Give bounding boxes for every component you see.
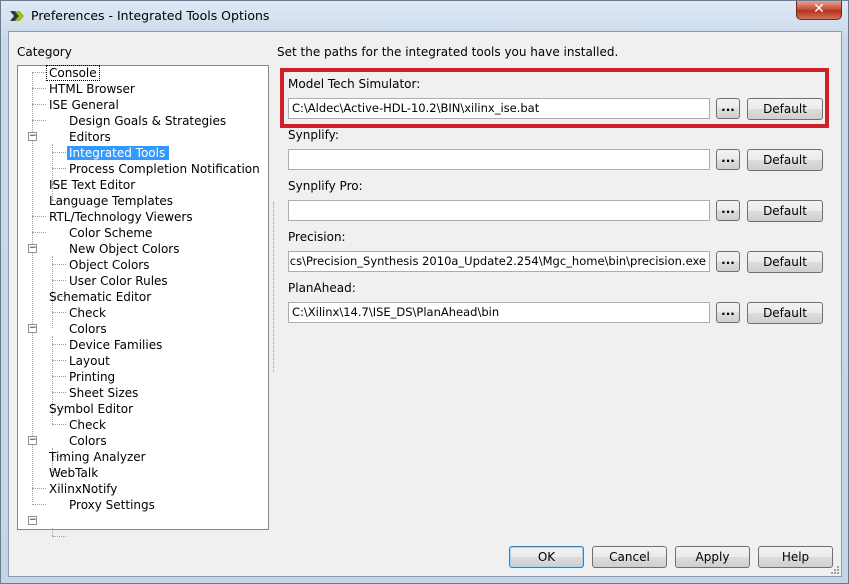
dialog-body: Category − − − − − Console HTML Browser … — [8, 31, 842, 577]
synplify-default-button[interactable]: Default — [747, 149, 823, 171]
planahead-browse-button[interactable]: ... — [716, 302, 740, 323]
tree-item-layout[interactable]: Layout — [67, 353, 112, 369]
tree-item-process-completion[interactable]: Process Completion Notification — [67, 161, 262, 177]
tree-item-new-object-colors[interactable]: New Object Colors — [67, 241, 181, 257]
tree-item-timing-analyzer[interactable]: Timing Analyzer — [47, 449, 148, 465]
tree-item-printing[interactable]: Printing — [67, 369, 117, 385]
close-button[interactable]: ✕ — [796, 1, 842, 20]
highlight-annotation — [280, 68, 829, 128]
pane-splitter[interactable] — [273, 202, 274, 372]
synplify-label: Synplify: — [288, 128, 339, 142]
synplify-pro-label: Synplify Pro: — [288, 179, 363, 193]
instructions-text: Set the paths for the integrated tools y… — [277, 45, 619, 59]
tree-item-editors[interactable]: Editors — [67, 129, 113, 145]
synplify-pro-path-input[interactable] — [288, 200, 710, 221]
category-label: Category — [17, 45, 72, 59]
precision-default-button[interactable]: Default — [747, 251, 823, 273]
ok-button[interactable]: OK — [509, 546, 584, 568]
tree-item-symbol-colors[interactable]: Colors — [67, 433, 109, 449]
tree-item-sheet-sizes[interactable]: Sheet Sizes — [67, 385, 140, 401]
tree-item-ise-general[interactable]: ISE General — [47, 97, 121, 113]
tree-item-html-browser[interactable]: HTML Browser — [47, 81, 137, 97]
collapse-icon[interactable]: − — [28, 244, 37, 253]
planahead-default-button[interactable]: Default — [747, 302, 823, 324]
synplify-browse-button[interactable]: ... — [716, 149, 740, 170]
preferences-window: Preferences - Integrated Tools Options ✕… — [0, 0, 849, 584]
precision-path-input[interactable]: Mentor Graphics\Precision_Synthesis 2010… — [288, 251, 710, 272]
tree-item-device-families[interactable]: Device Families — [67, 337, 164, 353]
close-icon: ✕ — [813, 1, 825, 17]
tree-item-schematic-check[interactable]: Check — [67, 305, 108, 321]
tree-item-symbol-check[interactable]: Check — [67, 417, 108, 433]
tree-item-console[interactable]: Console — [46, 65, 100, 81]
planahead-path-input[interactable]: C:\Xilinx\14.7\ISE_DS\PlanAhead\bin — [288, 302, 710, 323]
help-button[interactable]: Help — [758, 546, 833, 568]
tree-line — [52, 528, 53, 536]
collapse-icon[interactable]: − — [28, 436, 37, 445]
collapse-icon[interactable]: − — [28, 324, 37, 333]
tree-item-user-color-rules[interactable]: User Color Rules — [67, 273, 170, 289]
precision-label: Precision: — [288, 230, 346, 244]
tree-item-color-scheme[interactable]: Color Scheme — [67, 225, 154, 241]
apply-button[interactable]: Apply — [675, 546, 750, 568]
cancel-button[interactable]: Cancel — [592, 546, 667, 568]
tree-item-language-templates[interactable]: Language Templates — [47, 193, 175, 209]
collapse-icon[interactable]: − — [28, 132, 37, 141]
resize-grip-icon[interactable] — [829, 564, 839, 574]
tree-item-xilinxnotify[interactable]: XilinxNotify — [47, 481, 119, 497]
tree-item-object-colors[interactable]: Object Colors — [67, 257, 151, 273]
synplify-path-input[interactable] — [288, 149, 710, 170]
tree-item-proxy-settings[interactable]: Proxy Settings — [67, 497, 157, 513]
synplify-pro-browse-button[interactable]: ... — [716, 200, 740, 221]
planahead-label: PlanAhead: — [288, 281, 356, 295]
tree-item-webtalk[interactable]: WebTalk — [47, 465, 100, 481]
category-tree[interactable]: − − − − − Console HTML Browser ISE Gener… — [17, 65, 269, 537]
xilinx-app-icon — [10, 11, 24, 21]
tree-item-integrated-tools[interactable]: Integrated Tools — [67, 145, 170, 161]
tree-item-ise-text-editor[interactable]: ISE Text Editor — [47, 177, 137, 193]
tree-item-design-goals[interactable]: Design Goals & Strategies — [67, 113, 228, 129]
tree-item-symbol-editor[interactable]: Symbol Editor — [47, 401, 135, 417]
precision-browse-button[interactable]: ... — [716, 251, 740, 272]
collapse-icon[interactable]: − — [28, 516, 37, 525]
tree-item-schematic-colors[interactable]: Colors — [67, 321, 109, 337]
title-bar[interactable]: Preferences - Integrated Tools Options ✕ — [1, 1, 848, 31]
synplify-pro-default-button[interactable]: Default — [747, 200, 823, 222]
window-title: Preferences - Integrated Tools Options — [31, 8, 270, 23]
tree-item-rtl-viewers[interactable]: RTL/Technology Viewers — [47, 209, 195, 225]
tree-item-schematic-editor[interactable]: Schematic Editor — [47, 289, 153, 305]
